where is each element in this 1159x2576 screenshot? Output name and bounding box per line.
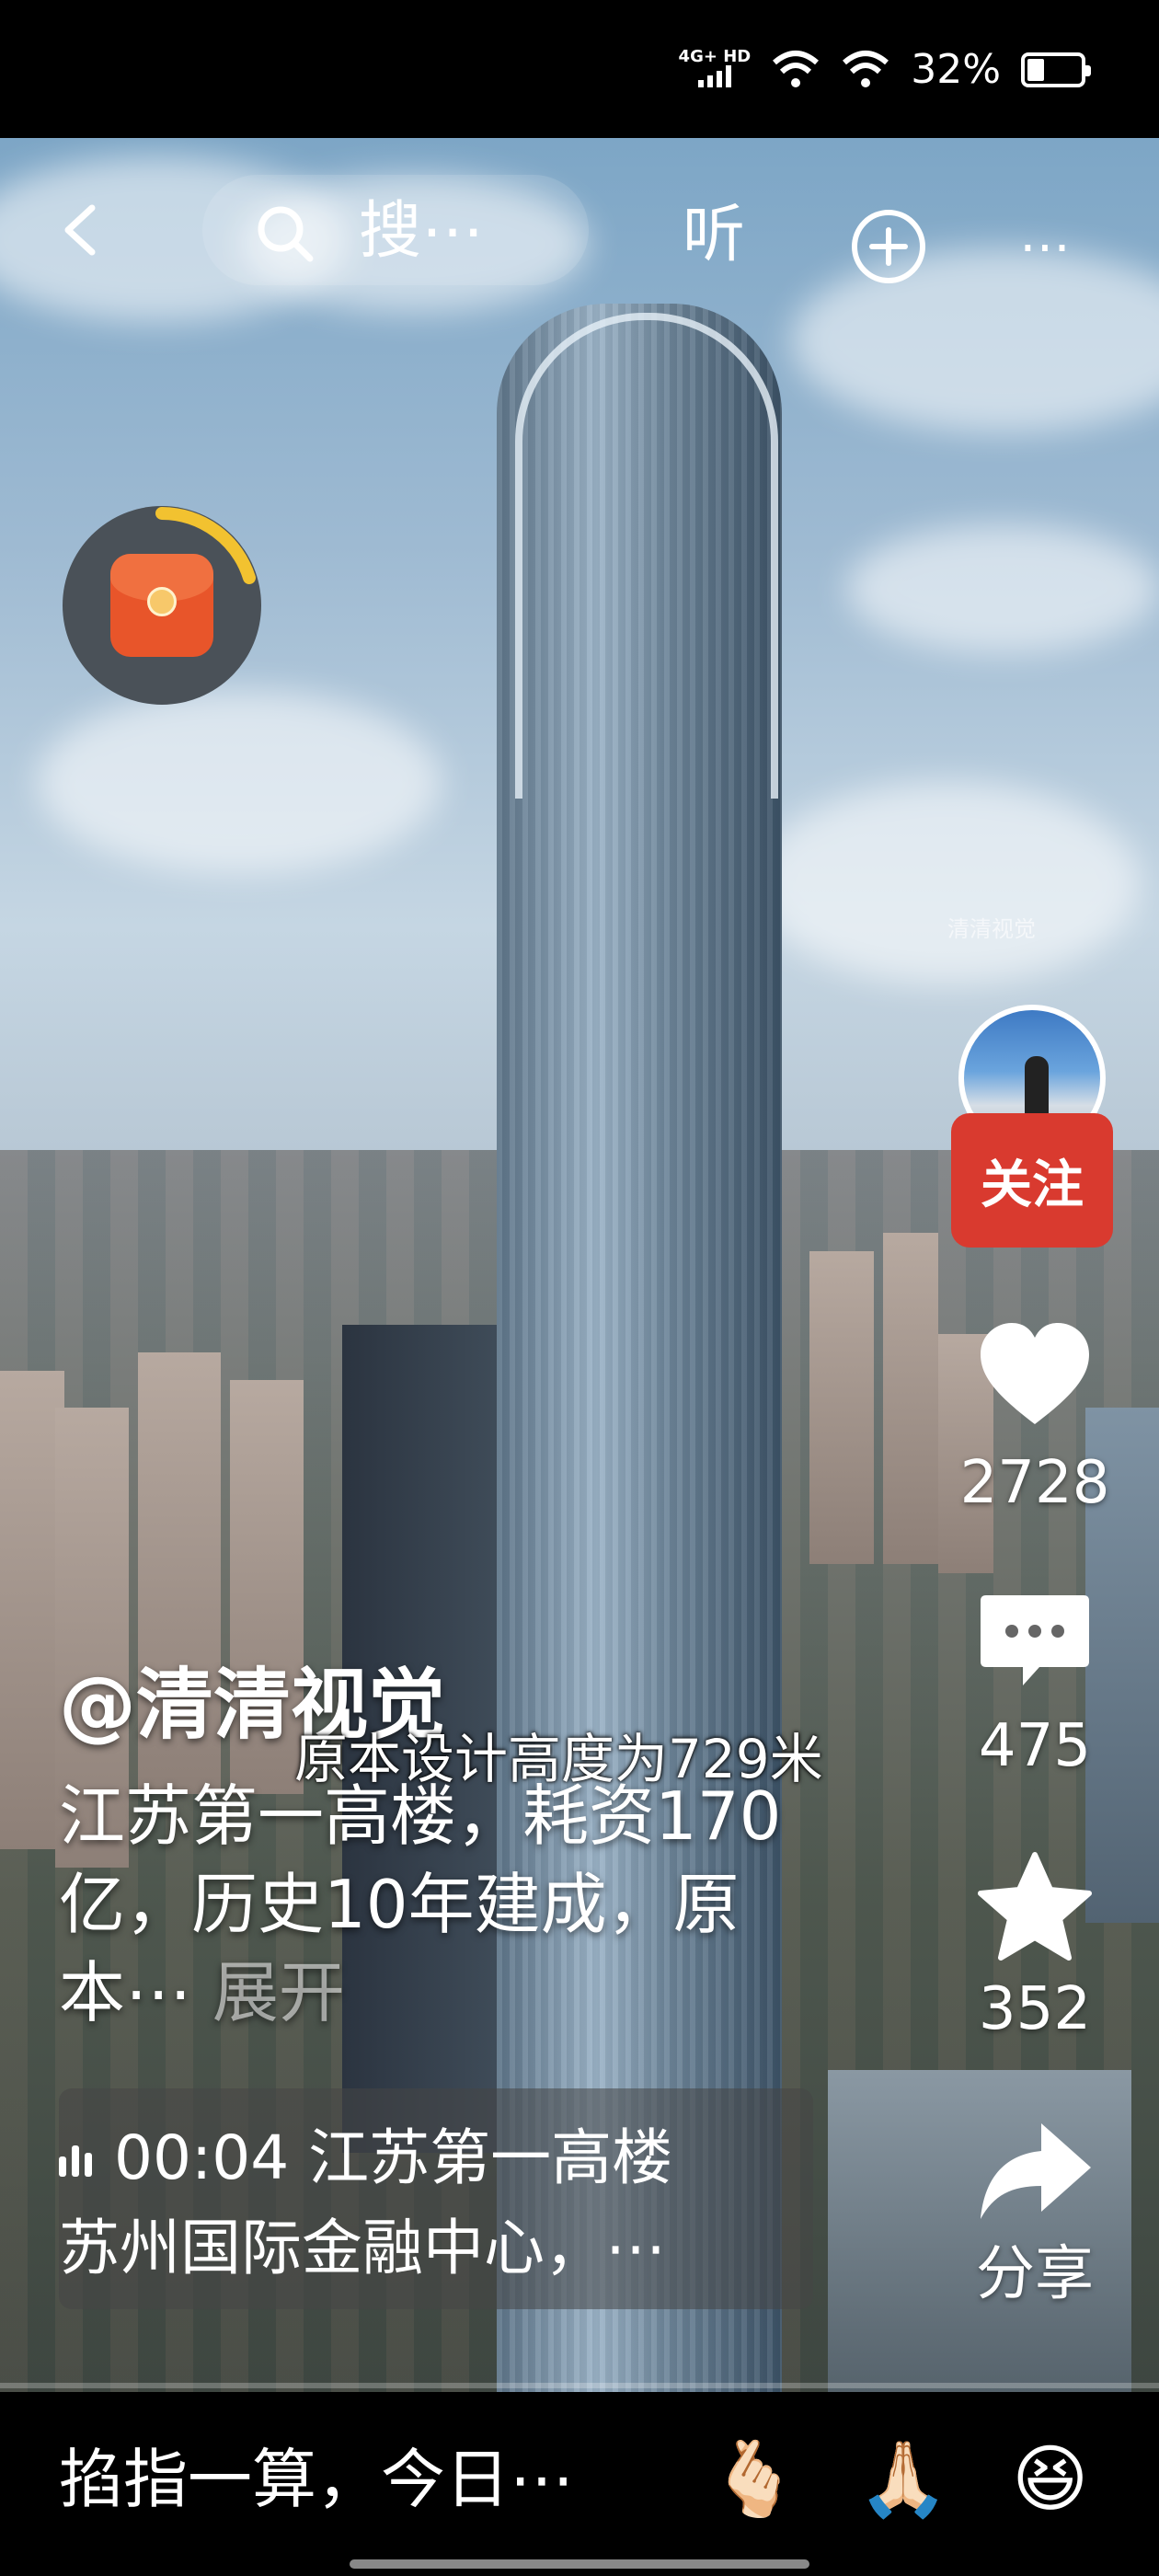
- video-player[interactable]: 清清视觉: [0, 138, 1159, 2392]
- music-subtitle: 苏州国际金融中心，⋯: [59, 2213, 666, 2283]
- wifi-alt-icon: [773, 50, 820, 87]
- battery-percent: 32%: [911, 46, 1001, 93]
- like-heart-icon[interactable]: [975, 1316, 1095, 1435]
- comment-count: 475: [978, 1712, 1092, 1780]
- network-indicator: 4G+ HD: [679, 48, 751, 91]
- comment-icon[interactable]: [975, 1582, 1095, 1702]
- video-watermark: 清清视觉: [947, 916, 1036, 942]
- search-text: 搜⋯: [359, 195, 485, 268]
- signal-icon: [697, 64, 731, 87]
- status-indicators: 4G+ HD 32%: [679, 46, 1091, 93]
- share-arrow-icon[interactable]: [975, 2116, 1095, 2236]
- emoji-finger-heart[interactable]: 🫰🏻: [708, 2438, 800, 2521]
- search-icon: [258, 206, 314, 262]
- emoji-laugh[interactable]: 😆: [1012, 2438, 1088, 2521]
- wifi-icon: [843, 50, 889, 87]
- like-count: 2728: [959, 1449, 1110, 1517]
- listen-button[interactable]: 听: [683, 204, 745, 267]
- home-indicator[interactable]: [350, 2559, 809, 2569]
- more-options-icon[interactable]: ⋯: [1019, 222, 1076, 273]
- add-circle-icon[interactable]: [850, 208, 927, 285]
- audio-wave-icon: [59, 2144, 99, 2180]
- battery-icon: [1021, 52, 1091, 87]
- follow-button[interactable]: 关注: [951, 1113, 1113, 1248]
- favorite-star-icon[interactable]: [975, 1849, 1095, 1969]
- video-description[interactable]: 江苏第一高楼，耗资170亿，历史10年建成，原本⋯ 展开: [59, 1772, 813, 2037]
- comment-input[interactable]: 掐指一算，今日⋯: [59, 2443, 574, 2516]
- favorite-count: 352: [978, 1975, 1092, 2043]
- expand-link[interactable]: 展开: [212, 1954, 345, 2031]
- video-progress-bar[interactable]: [0, 2383, 1159, 2388]
- music-title: 00:04 江苏第一高楼: [59, 2125, 672, 2191]
- description-text: 江苏第一高楼，耗资170亿，历史10年建成，原本⋯: [59, 1777, 782, 2031]
- emoji-pray[interactable]: 🙏🏻: [857, 2438, 949, 2521]
- red-packet-widget[interactable]: [63, 506, 261, 705]
- share-label[interactable]: 分享: [947, 2245, 1122, 2304]
- red-packet-icon: [110, 554, 213, 657]
- back-arrow-icon[interactable]: [57, 204, 109, 256]
